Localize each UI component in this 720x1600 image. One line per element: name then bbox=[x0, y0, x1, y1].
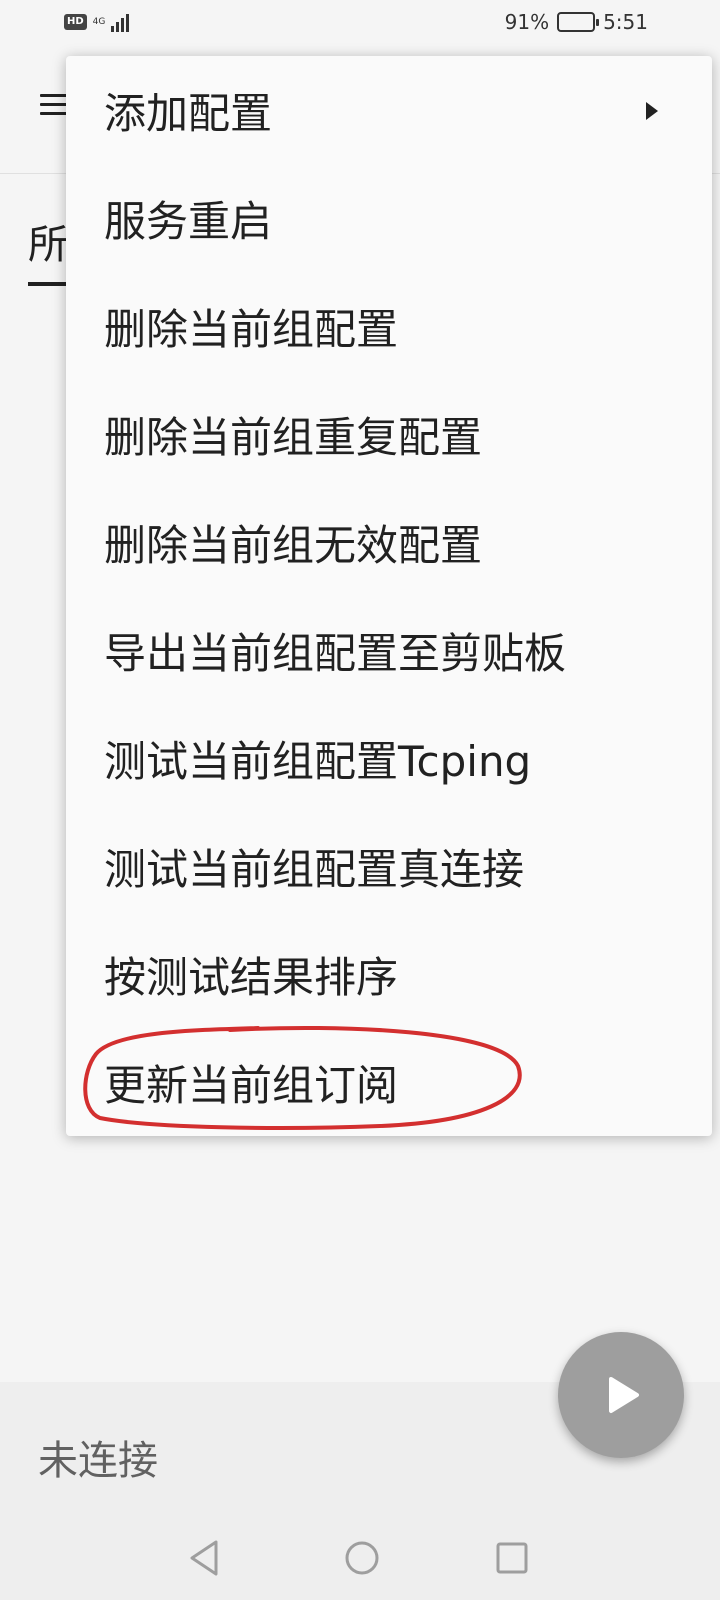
menu-item-test-real-connection[interactable]: 测试当前组配置真连接 bbox=[66, 812, 712, 920]
connection-status: 未连接 bbox=[38, 1438, 158, 1484]
status-right: 91% 5:51 bbox=[505, 10, 648, 34]
menu-item-label: 删除当前组重复配置 bbox=[104, 412, 483, 462]
status-bar: HD 4G 91% 5:51 bbox=[0, 0, 720, 48]
signal-icon bbox=[111, 12, 130, 32]
tab-all[interactable]: 所 bbox=[28, 212, 68, 270]
menu-item-sort-by-result[interactable]: 按测试结果排序 bbox=[66, 920, 712, 1028]
menu-item-label: 删除当前组配置 bbox=[104, 304, 399, 354]
menu-item-test-tcping[interactable]: 测试当前组配置Tcping bbox=[66, 704, 712, 812]
play-icon bbox=[609, 1377, 639, 1413]
home-icon[interactable] bbox=[342, 1538, 382, 1578]
menu-item-export-to-clipboard[interactable]: 导出当前组配置至剪贴板 bbox=[66, 596, 712, 704]
menu-item-label: 测试当前组配置Tcping bbox=[104, 736, 532, 786]
menu-item-label: 更新当前组订阅 bbox=[104, 1060, 399, 1110]
system-nav-bar bbox=[0, 1520, 720, 1600]
battery-icon bbox=[557, 12, 600, 32]
menu-item-delete-group-configs[interactable]: 删除当前组配置 bbox=[66, 272, 712, 380]
menu-item-label: 导出当前组配置至剪贴板 bbox=[104, 628, 567, 678]
submenu-arrow-icon bbox=[646, 102, 658, 120]
menu-item-label: 添加配置 bbox=[104, 88, 273, 138]
menu-item-delete-duplicate-configs[interactable]: 删除当前组重复配置 bbox=[66, 380, 712, 488]
overflow-menu: 添加配置 服务重启 删除当前组配置 删除当前组重复配置 删除当前组无效配置 导出… bbox=[66, 56, 712, 1136]
start-button[interactable] bbox=[558, 1332, 684, 1458]
recents-icon[interactable] bbox=[494, 1538, 530, 1578]
network-type: 4G bbox=[92, 17, 106, 27]
battery-percent: 91% bbox=[504, 10, 550, 34]
status-left: HD 4G bbox=[64, 12, 130, 32]
menu-item-label: 删除当前组无效配置 bbox=[104, 520, 483, 570]
hd-badge: HD bbox=[64, 14, 87, 30]
menu-item-restart-service[interactable]: 服务重启 bbox=[66, 164, 712, 272]
clock: 5:51 bbox=[603, 10, 648, 34]
menu-item-add-config[interactable]: 添加配置 bbox=[66, 56, 712, 164]
menu-item-update-subscription[interactable]: 更新当前组订阅 bbox=[66, 1028, 712, 1136]
back-icon[interactable] bbox=[186, 1538, 222, 1578]
menu-item-label: 服务重启 bbox=[104, 196, 273, 246]
menu-item-delete-invalid-configs[interactable]: 删除当前组无效配置 bbox=[66, 488, 712, 596]
menu-item-label: 测试当前组配置真连接 bbox=[104, 844, 525, 894]
menu-item-label: 按测试结果排序 bbox=[104, 952, 399, 1002]
menu-icon[interactable] bbox=[40, 94, 68, 116]
